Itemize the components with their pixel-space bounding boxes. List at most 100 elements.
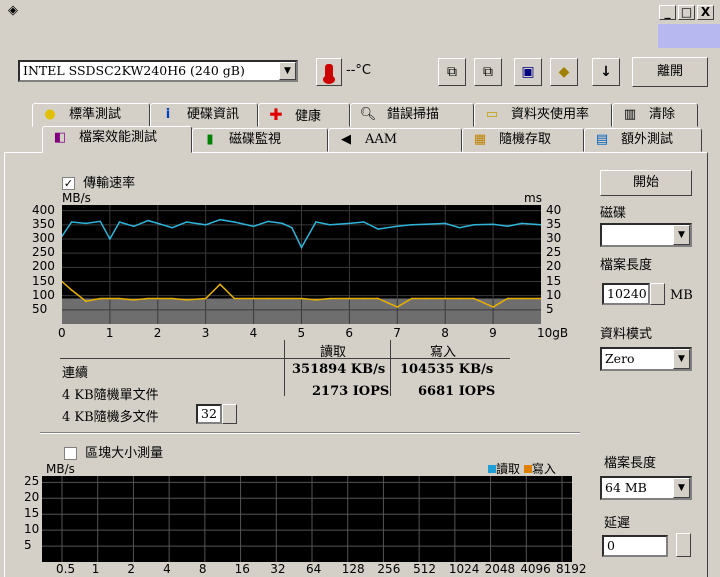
chevron-down-icon[interactable]: ▼ bbox=[673, 225, 690, 245]
maximize-button[interactable]: □ bbox=[678, 5, 695, 20]
info-icon: i bbox=[165, 107, 171, 122]
minimize-button[interactable]: _ bbox=[659, 5, 676, 20]
decorative-strip bbox=[658, 24, 720, 48]
close-button[interactable]: X bbox=[697, 5, 714, 20]
drive-select[interactable]: INTEL SSDSC2KW240H6 (240 gB) ▼ bbox=[18, 60, 298, 82]
transfer-rate-label: 傳輸速率 bbox=[83, 176, 136, 191]
copy-text-button[interactable]: ⧉ bbox=[438, 58, 466, 86]
read-point bbox=[252, 225, 255, 228]
y-right-tick: 20 bbox=[546, 259, 562, 274]
x-tick: 5 bbox=[297, 326, 306, 340]
start-button[interactable]: 開始 bbox=[600, 170, 692, 196]
toolbar: INTEL SSDSC2KW240H6 (240 gB) ▼ --°C ⧉ ⧉ … bbox=[0, 50, 720, 98]
access-point bbox=[252, 297, 255, 300]
block-y-tick: 25 bbox=[24, 474, 40, 489]
unit-left: MB/s bbox=[62, 191, 91, 205]
tab-erase[interactable]: ▥ 清除 bbox=[612, 103, 698, 127]
tab-benchmark[interactable]: ● 標準測試 bbox=[32, 103, 150, 127]
transfer-rate-checkbox[interactable]: ✓ bbox=[62, 177, 75, 190]
block-x-tick: 512 bbox=[413, 562, 437, 576]
queue-depth-spinner[interactable] bbox=[222, 404, 237, 424]
temperature-button[interactable] bbox=[316, 58, 342, 86]
legend-write-label: 寫入 bbox=[531, 462, 556, 476]
read-point bbox=[396, 225, 399, 228]
file-length-field[interactable]: 10240 bbox=[602, 283, 650, 305]
access-point bbox=[109, 297, 111, 300]
tab-info[interactable]: i 硬碟資訊 bbox=[150, 103, 258, 127]
options-icon: ◆ bbox=[558, 64, 570, 80]
access-point bbox=[444, 297, 447, 300]
block-y-tick: 15 bbox=[24, 506, 40, 521]
read-point bbox=[377, 228, 379, 230]
y-right-tick: 40 bbox=[546, 202, 562, 217]
x-tick: 2 bbox=[153, 326, 162, 340]
read-point bbox=[410, 224, 413, 226]
block-file-length-select[interactable]: 64 MB ▼ bbox=[600, 476, 692, 500]
random-icon: ▦ bbox=[473, 132, 487, 147]
chevron-down-icon[interactable]: ▼ bbox=[279, 62, 296, 80]
chevron-down-icon[interactable]: ▼ bbox=[673, 478, 690, 498]
chevron-down-icon[interactable]: ▼ bbox=[673, 349, 690, 369]
speaker-icon: ◀ bbox=[341, 132, 351, 147]
read-point bbox=[444, 222, 447, 225]
cross-icon: ✚ bbox=[269, 105, 283, 124]
options-button[interactable]: ◆ bbox=[550, 58, 578, 86]
delay-field[interactable]: 0 bbox=[602, 535, 668, 557]
monitor-icon: ▮ bbox=[206, 132, 214, 147]
block-size-checkbox-row: 區塊大小測量 bbox=[64, 442, 163, 461]
y-right-tick: 35 bbox=[546, 216, 562, 231]
read-point bbox=[473, 224, 475, 226]
access-point bbox=[133, 299, 135, 301]
tab-health[interactable]: ✚ 健康 bbox=[258, 103, 350, 127]
read-point bbox=[329, 224, 332, 226]
trash-icon: ▥ bbox=[623, 107, 637, 122]
block-x-tick: 4 bbox=[163, 562, 171, 576]
file-length-spinner[interactable] bbox=[650, 283, 665, 305]
file-length-label: 檔案長度 bbox=[600, 258, 653, 273]
data-mode-select[interactable]: Zero ▼ bbox=[600, 347, 692, 371]
tab-row-top: ● 標準測試 i 硬碟資訊 ✚ 健康 🔍︎ 錯誤掃描 ▭ 資料夾使用率 ▥ 清除 bbox=[32, 103, 698, 128]
y-left-tick: 300 bbox=[32, 231, 55, 245]
access-point bbox=[473, 297, 475, 300]
transfer-chart bbox=[62, 205, 541, 324]
block-x-tick: 32 bbox=[270, 562, 286, 576]
download-button[interactable]: ↓ bbox=[592, 58, 620, 86]
exit-button[interactable]: 離開 bbox=[632, 57, 708, 87]
block-x-tick: 0.5 bbox=[56, 562, 76, 576]
x-tick: 4 bbox=[249, 326, 258, 340]
x-tick: 6 bbox=[345, 326, 354, 340]
read-point bbox=[281, 222, 284, 225]
access-point bbox=[85, 300, 87, 303]
delay-spinner[interactable] bbox=[676, 533, 691, 557]
tab-extra-tests[interactable]: ▤ 額外測試 bbox=[584, 128, 702, 152]
read-point bbox=[291, 226, 293, 229]
col-write-header: 寫入 bbox=[430, 345, 457, 360]
window-controls: _ □ X bbox=[659, 5, 714, 20]
access-point bbox=[267, 297, 269, 300]
tab-folder-usage[interactable]: ▭ 資料夾使用率 bbox=[474, 103, 612, 127]
block-size-checkbox[interactable] bbox=[64, 447, 77, 460]
read-point bbox=[348, 222, 351, 225]
row-sequential-read: 351894 KB/s bbox=[292, 362, 386, 377]
block-x-tick: 64 bbox=[306, 562, 322, 576]
tab-random-access[interactable]: ▦ 隨機存取 bbox=[462, 128, 584, 152]
arrow-down-icon: ↓ bbox=[600, 64, 612, 80]
tab-file-benchmark[interactable]: ◧ 檔案效能測試 bbox=[42, 126, 192, 153]
disk-select[interactable]: ▼ bbox=[600, 223, 692, 247]
block-x-tick: 16 bbox=[234, 562, 250, 576]
queue-depth-field[interactable]: 32 bbox=[196, 404, 222, 424]
y-left-tick: 100 bbox=[32, 287, 55, 302]
tab-aam[interactable]: ◀ AAM bbox=[328, 128, 462, 152]
tab-error-scan[interactable]: 🔍︎ 錯誤掃描 bbox=[350, 103, 474, 127]
block-x-tick: 256 bbox=[377, 562, 401, 576]
y-right-tick: 10 bbox=[546, 287, 562, 302]
block-legend: 讀取 寫入 bbox=[488, 460, 556, 477]
copy-image-button[interactable]: ⧉ bbox=[474, 58, 502, 86]
read-point bbox=[157, 222, 159, 225]
tab-disk-monitor[interactable]: ▮ 磁碟監視 bbox=[192, 128, 328, 152]
save-button[interactable]: ▣ bbox=[514, 58, 542, 86]
x-tick: 3 bbox=[201, 326, 210, 340]
row-4kb-multi-label: 4 KB隨機多文件 bbox=[62, 410, 159, 425]
access-point bbox=[348, 297, 351, 300]
folder-icon: ▭ bbox=[485, 107, 499, 122]
